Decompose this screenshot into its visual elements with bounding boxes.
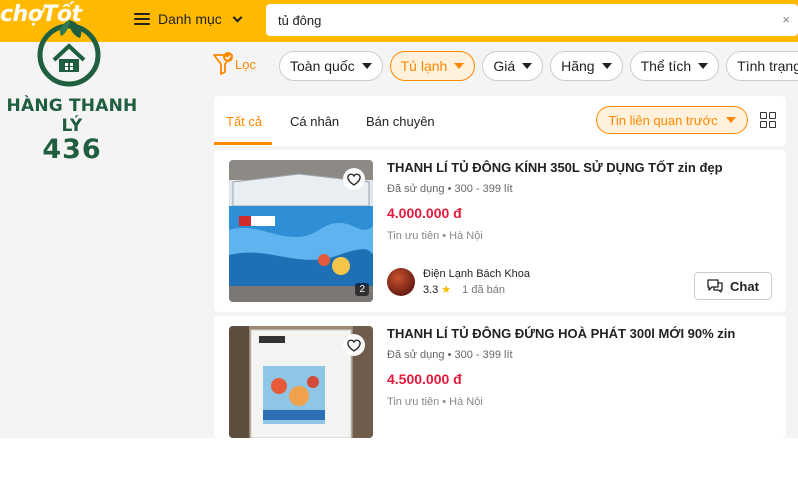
active-tab-indicator <box>214 142 272 145</box>
listing-title[interactable]: THANH LÍ TỦ ĐÔNG ĐỨNG HOÀ PHÁT 300l MỚI … <box>387 326 735 341</box>
chip-label: Tủ lạnh <box>400 58 448 74</box>
listing-tabs-panel: Tất cả Cá nhân Bán chuyên Tin liên quan … <box>214 96 786 146</box>
favorite-button[interactable] <box>343 334 365 356</box>
listing-price: 4.500.000 đ <box>387 371 462 387</box>
caret-down-icon <box>725 117 736 123</box>
heart-icon <box>347 339 361 352</box>
chat-label: Chat <box>730 278 759 294</box>
seller-rating: 3.3 <box>423 283 439 296</box>
listing-title[interactable]: THANH LÍ TỦ ĐÔNG KÍNH 350L SỬ DỤNG TỐT z… <box>387 160 723 175</box>
chip-toan-quoc[interactable]: Toàn quốc <box>279 51 383 81</box>
search-box: × <box>266 4 798 36</box>
filter-button[interactable]: Lọc <box>213 52 256 76</box>
chip-label: Giá <box>493 58 516 74</box>
house-leaf-logo <box>37 20 101 87</box>
filter-label: Lọc <box>235 56 256 72</box>
star-icon: ★ <box>441 284 452 296</box>
tab-semi-pro[interactable]: Bán chuyên <box>366 114 435 129</box>
grid-view-icon[interactable] <box>760 112 776 128</box>
seller-sold-count: 1 đã bán <box>462 283 505 296</box>
listing-meta: Đã sử dụng • 300 - 399 lít <box>387 349 513 361</box>
listing-meta: Đã sử dụng • 300 - 399 lít <box>387 183 513 195</box>
listing-price: 4.000.000 đ <box>387 205 462 221</box>
chip-gia[interactable]: Giá <box>482 51 544 81</box>
image-count-badge: 2 <box>355 283 369 296</box>
seller-stats: 3.3 ★ 1 đã bán <box>423 283 530 297</box>
sort-dropdown[interactable]: Tin liên quan trước <box>596 106 748 134</box>
watermark-line1: HÀNG THANH LÝ <box>6 96 138 136</box>
seller-avatar[interactable] <box>387 268 415 296</box>
tab-all[interactable]: Tất cả <box>226 114 262 129</box>
chat-button[interactable]: Chat <box>694 272 772 300</box>
listing-card[interactable]: THANH LÍ TỦ ĐÔNG ĐỨNG HOÀ PHÁT 300l MỚI … <box>214 316 786 438</box>
caret-down-icon <box>601 63 612 69</box>
watermark-line2: 436 <box>42 134 102 165</box>
tab-individual[interactable]: Cá nhân <box>290 114 339 129</box>
search-input[interactable] <box>278 12 758 28</box>
seller-info[interactable]: Điện Lạnh Bách Khoa 3.3 ★ 1 đã bán <box>387 268 530 296</box>
category-menu-button[interactable]: Danh mục <box>134 8 243 30</box>
chevron-down-icon <box>232 12 243 22</box>
header-bar: chợTốt Danh mục × <box>0 0 798 42</box>
listing-location: Tin ưu tiên • Hà Nội <box>387 396 483 408</box>
listing-thumbnail[interactable]: 2 <box>229 160 373 302</box>
chip-label: Tình trạng <box>737 58 798 74</box>
clear-search-icon[interactable]: × <box>782 12 790 27</box>
sort-label: Tin liên quan trước <box>608 112 718 128</box>
chip-label: Toàn quốc <box>290 58 355 74</box>
chip-label: Hãng <box>561 58 595 74</box>
listing-card[interactable]: 2 THANH LÍ TỦ ĐÔNG KÍNH 350L SỬ DỤNG TỐT… <box>214 150 786 312</box>
hamburger-icon <box>134 13 150 25</box>
filter-icon <box>213 52 233 75</box>
heart-icon <box>347 173 361 186</box>
caret-down-icon <box>361 63 372 69</box>
favorite-button[interactable] <box>343 168 365 190</box>
seller-name[interactable]: Điện Lạnh Bách Khoa <box>423 268 530 280</box>
listing-location: Tin ưu tiên • Hà Nội <box>387 230 483 242</box>
screenshot-area: chợTốt Danh mục × HÀNG THANH LÝ 436 <box>0 0 798 438</box>
chip-tinh-trang[interactable]: Tình trạng <box>726 51 798 81</box>
chip-tu-lanh[interactable]: Tủ lạnh <box>389 51 476 81</box>
watermark-text: HÀNG THANH LÝ 436 <box>2 96 142 165</box>
category-menu-label: Danh mục <box>158 11 222 27</box>
chat-icon <box>707 279 723 293</box>
caret-down-icon <box>522 63 533 69</box>
chip-hang[interactable]: Hãng <box>550 51 623 81</box>
filter-chips: Toàn quốc Tủ lạnh Giá Hãng Thể tích Tình… <box>279 50 798 82</box>
chip-the-tich[interactable]: Thể tích <box>629 51 720 81</box>
listing-thumbnail[interactable] <box>229 326 373 438</box>
caret-down-icon <box>454 63 465 69</box>
caret-down-icon <box>698 63 709 69</box>
chip-label: Thể tích <box>640 58 692 74</box>
